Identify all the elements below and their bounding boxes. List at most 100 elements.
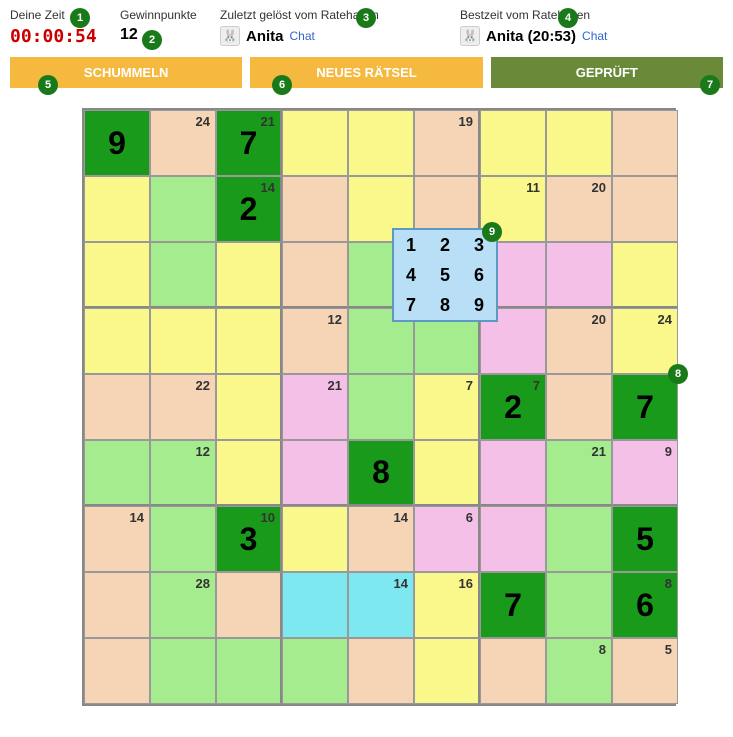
cell-r2-c3[interactable]	[282, 242, 348, 308]
picker-4[interactable]: 4	[394, 260, 428, 290]
number-picker[interactable]: 123456789	[392, 228, 498, 322]
cell-r8-c3[interactable]	[282, 638, 348, 704]
cell-r7-c6[interactable]: 7	[480, 572, 546, 638]
cell-r0-c0[interactable]: 9	[84, 110, 150, 176]
cell-r8-c7[interactable]: 8	[546, 638, 612, 704]
cage-sum: 22	[196, 378, 210, 393]
help-marker-4[interactable]: 4	[558, 8, 578, 28]
cell-r7-c1[interactable]: 28	[150, 572, 216, 638]
help-marker-8[interactable]: 8	[668, 364, 688, 384]
picker-7[interactable]: 7	[394, 290, 428, 320]
cell-r5-c0[interactable]	[84, 440, 150, 506]
cell-r0-c3[interactable]	[282, 110, 348, 176]
cell-r4-c3[interactable]: 21	[282, 374, 348, 440]
cell-r4-c5[interactable]: 7	[414, 374, 480, 440]
picker-2[interactable]: 2	[428, 230, 462, 260]
cell-r8-c4[interactable]	[348, 638, 414, 704]
checked-button[interactable]: GEPRÜFT	[491, 57, 723, 88]
cell-r1-c2[interactable]: 142	[216, 176, 282, 242]
cell-r4-c6[interactable]: 72	[480, 374, 546, 440]
cell-r0-c4[interactable]	[348, 110, 414, 176]
cell-r5-c1[interactable]: 12	[150, 440, 216, 506]
cell-r6-c3[interactable]	[282, 506, 348, 572]
cell-r7-c0[interactable]	[84, 572, 150, 638]
cell-r5-c5[interactable]	[414, 440, 480, 506]
picker-9[interactable]: 9	[462, 290, 496, 320]
cell-r4-c0[interactable]	[84, 374, 150, 440]
cell-r4-c8[interactable]: 7	[612, 374, 678, 440]
cell-r2-c1[interactable]	[150, 242, 216, 308]
cell-r6-c6[interactable]	[480, 506, 546, 572]
cell-r7-c2[interactable]	[216, 572, 282, 638]
cell-r2-c2[interactable]	[216, 242, 282, 308]
cell-r6-c0[interactable]: 14	[84, 506, 150, 572]
cell-r8-c1[interactable]	[150, 638, 216, 704]
cell-r2-c0[interactable]	[84, 242, 150, 308]
cell-r6-c4[interactable]: 14	[348, 506, 414, 572]
cell-r8-c5[interactable]	[414, 638, 480, 704]
help-marker-6[interactable]: 6	[272, 75, 292, 95]
cell-r2-c8[interactable]	[612, 242, 678, 308]
cell-r7-c3[interactable]	[282, 572, 348, 638]
cell-r4-c1[interactable]: 22	[150, 374, 216, 440]
cell-r1-c7[interactable]: 20	[546, 176, 612, 242]
picker-8[interactable]: 8	[428, 290, 462, 320]
cage-sum: 20	[592, 312, 606, 327]
cell-r7-c5[interactable]: 16	[414, 572, 480, 638]
help-marker-7[interactable]: 7	[700, 75, 720, 95]
cage-sum: 8	[599, 642, 606, 657]
cell-r1-c1[interactable]	[150, 176, 216, 242]
help-marker-1[interactable]: 1	[70, 8, 90, 28]
cell-r5-c3[interactable]	[282, 440, 348, 506]
cell-r0-c5[interactable]: 19	[414, 110, 480, 176]
cell-r0-c7[interactable]	[546, 110, 612, 176]
cell-r7-c8[interactable]: 86	[612, 572, 678, 638]
cell-r5-c6[interactable]	[480, 440, 546, 506]
cell-r2-c7[interactable]	[546, 242, 612, 308]
picker-6[interactable]: 6	[462, 260, 496, 290]
cell-r8-c6[interactable]	[480, 638, 546, 704]
cage-sum: 7	[533, 378, 540, 393]
cell-r6-c7[interactable]	[546, 506, 612, 572]
cell-r8-c0[interactable]	[84, 638, 150, 704]
cell-r5-c2[interactable]	[216, 440, 282, 506]
cell-r3-c7[interactable]: 20	[546, 308, 612, 374]
cell-r5-c4[interactable]: 8	[348, 440, 414, 506]
help-marker-3[interactable]: 3	[356, 8, 376, 28]
cell-r6-c1[interactable]	[150, 506, 216, 572]
chat-link[interactable]: Chat	[582, 29, 607, 43]
cell-r3-c2[interactable]	[216, 308, 282, 374]
killer-sudoku-grid[interactable]: 9242171914211201220242221772712821914103…	[82, 108, 676, 706]
cell-r6-c5[interactable]: 6	[414, 506, 480, 572]
cell-r7-c7[interactable]	[546, 572, 612, 638]
cell-r0-c2[interactable]: 217	[216, 110, 282, 176]
cell-r3-c1[interactable]	[150, 308, 216, 374]
help-marker-5[interactable]: 5	[38, 75, 58, 95]
cell-r1-c0[interactable]	[84, 176, 150, 242]
cell-r8-c2[interactable]	[216, 638, 282, 704]
cell-r5-c8[interactable]: 9	[612, 440, 678, 506]
picker-5[interactable]: 5	[428, 260, 462, 290]
cell-r1-c3[interactable]	[282, 176, 348, 242]
best-user-name: Anita (20:53)	[486, 28, 576, 45]
cell-r4-c7[interactable]	[546, 374, 612, 440]
cell-r5-c7[interactable]: 21	[546, 440, 612, 506]
cell-r7-c4[interactable]: 14	[348, 572, 414, 638]
help-marker-2[interactable]: 2	[142, 30, 162, 50]
help-marker-9[interactable]: 9	[482, 222, 502, 242]
cell-r8-c8[interactable]: 5	[612, 638, 678, 704]
cell-r0-c1[interactable]: 24	[150, 110, 216, 176]
cell-r3-c8[interactable]: 24	[612, 308, 678, 374]
chat-link[interactable]: Chat	[290, 29, 315, 43]
cell-r0-c6[interactable]	[480, 110, 546, 176]
cell-r0-c8[interactable]	[612, 110, 678, 176]
picker-1[interactable]: 1	[394, 230, 428, 260]
cage-sum: 14	[394, 576, 408, 591]
cell-r4-c2[interactable]	[216, 374, 282, 440]
cell-r4-c4[interactable]	[348, 374, 414, 440]
cell-r3-c0[interactable]	[84, 308, 150, 374]
cell-r1-c8[interactable]	[612, 176, 678, 242]
cell-r6-c8[interactable]: 5	[612, 506, 678, 572]
cell-r3-c3[interactable]: 12	[282, 308, 348, 374]
cell-r6-c2[interactable]: 103	[216, 506, 282, 572]
